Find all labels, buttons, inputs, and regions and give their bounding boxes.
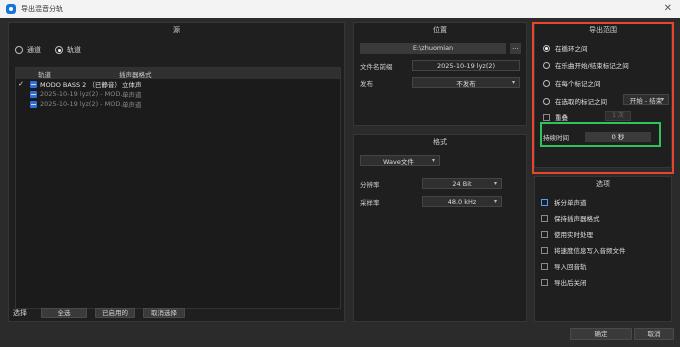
location-panel-title: 位置 <box>433 26 447 34</box>
track-name: MODO BASS 2 （已静音） <box>40 81 121 89</box>
window-title: 导出混音分轨 <box>21 5 63 13</box>
publish-dropdown[interactable]: 不发布 ▾ <box>412 77 520 88</box>
audio-track-icon <box>30 90 37 98</box>
track-checkbox[interactable]: ✓ <box>16 80 26 88</box>
source-panel: 源 通道 轨道 轨道 插声器格式 ✓ MODO BASS 2 （已静音） 立体声 <box>8 22 345 322</box>
track-row[interactable]: 2025-10-19 lyz(2) - MOD... 单声道 <box>16 89 340 99</box>
track-radio-label[interactable]: 轨道 <box>67 45 81 55</box>
chevron-down-icon: ▾ <box>511 79 515 86</box>
window-title-bar: 导出混音分轨 ✕ <box>0 0 680 18</box>
option-write-tempo[interactable]: 将速度信息写入音频文件 <box>541 245 626 255</box>
option-split-mono[interactable]: 拆分单声道 <box>541 197 587 207</box>
track-row[interactable]: ✓ MODO BASS 2 （已静音） 立体声 <box>16 79 340 89</box>
samplerate-dropdown[interactable]: 48.0 kHz ▾ <box>422 196 502 207</box>
path-field[interactable]: E:\zhuomian <box>360 43 506 54</box>
select-enabled-button[interactable]: 已启用的 <box>95 308 135 318</box>
chevron-down-icon: ▾ <box>493 180 497 187</box>
prefix-value: 2025-10-19 lyz(2) <box>436 61 496 70</box>
option-checkbox[interactable] <box>541 230 548 238</box>
resolution-row: 分辨率 24 Bit ▾ <box>360 178 502 189</box>
option-checkbox[interactable] <box>541 278 548 286</box>
audio-track-icon <box>30 80 37 88</box>
publish-value: 不发布 <box>456 79 476 88</box>
column-format[interactable]: 插声器格式 <box>119 69 152 79</box>
option-checkbox[interactable] <box>541 214 548 222</box>
highlight-box-red <box>532 22 674 174</box>
options-panel-title: 选项 <box>596 180 610 188</box>
deselect-button[interactable]: 取消选择 <box>143 308 185 318</box>
prefix-input[interactable]: 2025-10-19 lyz(2) <box>412 60 520 71</box>
option-realtime[interactable]: 使用实时处理 <box>541 229 593 239</box>
chevron-down-icon: ▾ <box>493 198 497 205</box>
track-format: 立体声 <box>122 81 142 89</box>
highlight-box-green <box>540 122 661 147</box>
track-row[interactable]: 2025-10-19 lyz(2) - MOD... 单声道 <box>16 99 340 109</box>
cancel-button[interactable]: 取消 <box>634 328 674 340</box>
option-checkbox[interactable] <box>541 262 548 270</box>
ok-button[interactable]: 确定 <box>570 328 632 340</box>
chevron-down-icon: ▾ <box>431 157 435 164</box>
path-row: E:\zhuomian ... <box>360 43 521 54</box>
select-all-button[interactable]: 全选 <box>41 308 87 318</box>
file-type-value: Wave文件 <box>383 157 414 166</box>
source-mode-radio-group: 通道 轨道 <box>15 45 91 55</box>
format-panel-title: 格式 <box>433 138 447 146</box>
channel-radio-label[interactable]: 通道 <box>27 45 41 55</box>
resolution-dropdown[interactable]: 24 Bit ▾ <box>422 178 502 189</box>
option-keep-format[interactable]: 保持插声器格式 <box>541 213 600 223</box>
app-icon <box>6 4 16 14</box>
close-icon[interactable]: ✕ <box>664 3 672 15</box>
samplerate-value: 48.0 kHz <box>447 197 477 206</box>
track-format: 单声道 <box>122 101 142 109</box>
track-list-header: 轨道 插声器格式 <box>16 68 340 79</box>
option-label: 将速度信息写入音频文件 <box>554 247 626 255</box>
option-label: 保持插声器格式 <box>554 215 600 223</box>
track-name: 2025-10-19 lyz(2) - MOD... <box>40 90 122 98</box>
option-label: 拆分单声道 <box>554 199 587 207</box>
track-list: 轨道 插声器格式 ✓ MODO BASS 2 （已静音） 立体声 2025-10… <box>15 67 341 309</box>
track-radio[interactable] <box>55 46 63 54</box>
selection-bar: 选择 全选 已启用的 取消选择 <box>13 308 185 318</box>
format-panel: 格式 Wave文件 ▾ 分辨率 24 Bit ▾ 采样率 48.0 kHz ▾ <box>353 134 527 322</box>
publish-row: 发布 不发布 ▾ <box>360 77 520 88</box>
browse-button[interactable]: ... <box>510 43 521 54</box>
option-checkbox[interactable] <box>541 198 548 206</box>
track-format: 单声道 <box>122 91 142 99</box>
option-label: 导出后关闭 <box>554 279 587 287</box>
prefix-row: 文件名前缀 2025-10-19 lyz(2) <box>360 60 520 71</box>
publish-label: 发布 <box>360 79 373 88</box>
channel-radio[interactable] <box>15 46 23 54</box>
resolution-value: 24 Bit <box>452 179 472 188</box>
file-type-dropdown[interactable]: Wave文件 ▾ <box>360 155 440 166</box>
prefix-label: 文件名前缀 <box>360 62 393 71</box>
samplerate-label: 采样率 <box>360 198 380 207</box>
select-label: 选择 <box>13 309 27 317</box>
option-label: 使用实时处理 <box>554 231 593 239</box>
source-panel-title: 源 <box>173 26 180 34</box>
option-label: 导入回音轨 <box>554 263 587 271</box>
samplerate-row: 采样率 48.0 kHz ▾ <box>360 196 502 207</box>
options-panel: 选项 拆分单声道 保持插声器格式 使用实时处理 将速度信息写入音频文件 导入回音… <box>534 176 672 322</box>
option-checkbox[interactable] <box>541 246 548 254</box>
track-name: 2025-10-19 lyz(2) - MOD... <box>40 100 122 108</box>
column-track[interactable]: 轨道 <box>38 69 119 79</box>
resolution-label: 分辨率 <box>360 180 380 189</box>
audio-track-icon <box>30 100 37 108</box>
option-import-tracks[interactable]: 导入回音轨 <box>541 261 587 271</box>
location-panel: 位置 E:\zhuomian ... 文件名前缀 2025-10-19 lyz(… <box>353 22 527 126</box>
option-close-after[interactable]: 导出后关闭 <box>541 277 587 287</box>
